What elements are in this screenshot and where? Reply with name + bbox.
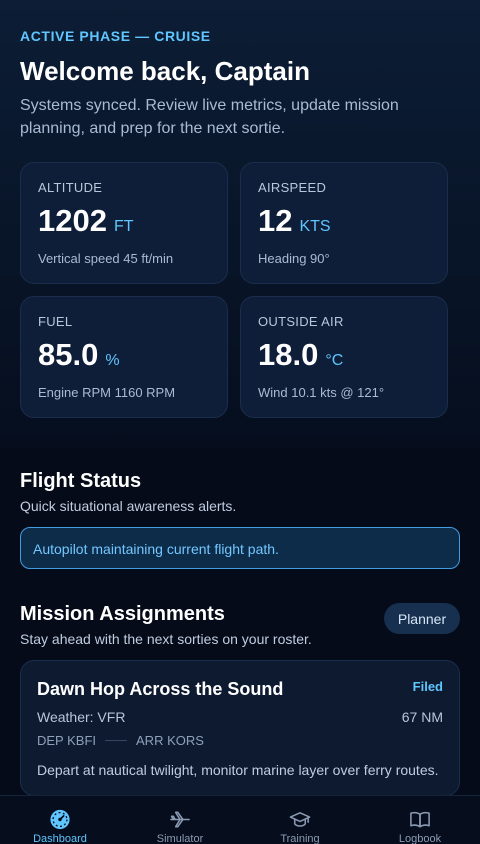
metric-value: 1202 [38,203,107,238]
tab-simulator[interactable]: Simulator [120,796,240,844]
tab-label: Simulator [156,833,204,844]
arrival-airport: ARR KORS [136,733,204,748]
departure-airport: DEP KBFI [37,733,97,748]
metric-value: 12 [258,203,293,238]
autopilot-alert: Autopilot maintaining current flight pat… [20,527,460,569]
metric-value: 18.0 [258,337,319,372]
metric-card-airspeed: AIRSPEED 12 KTS Heading 90° [240,162,448,284]
intro-text: Systems synced. Review live metrics, upd… [20,97,399,137]
mission-title: Dawn Hop Across the Sound [37,679,284,699]
flight-status-title: Flight Status [20,470,142,492]
route-line [105,740,128,741]
tab-dashboard[interactable]: Dashboard [0,796,120,844]
page-title: Welcome back, Captain [20,56,310,86]
metric-card-fuel: FUEL 85.0 % Engine RPM 1160 RPM [20,296,228,418]
metric-unit: °C [325,352,344,369]
mission-status-badge: Filed [412,679,443,694]
metric-subtext: Engine RPM 1160 RPM [38,385,176,400]
phase-label: ACTIVE PHASE — CRUISE [20,28,211,44]
graduation-cap-icon [289,812,311,827]
mission-route: DEP KBFI ARR KORS [37,733,204,748]
tab-label: Training [280,833,320,844]
mission-weather: Weather: VFR [37,709,126,725]
metric-label: OUTSIDE AIR [258,314,344,329]
planner-button[interactable]: Planner [384,603,460,634]
metric-subtext: Wind 10.1 kts @ 121° [258,385,385,400]
metric-value: 85.0 [38,337,99,372]
metric-card-altitude: ALTITUDE 1202 FT Vertical speed 45 ft/mi… [20,162,228,284]
book-icon [410,811,430,828]
metric-label: AIRSPEED [258,180,327,195]
missions-subtitle: Stay ahead with the next sorties on your… [20,631,312,647]
tab-label: Logbook [398,833,442,844]
gauge-icon [50,809,70,830]
metric-unit: % [105,352,120,369]
bottom-tab-bar: Dashboard Simulator Training Logbook [0,795,480,844]
mission-distance: 67 NM [401,709,443,725]
tab-label: Dashboard [33,833,87,844]
airplane-icon [170,811,190,828]
hero-section: ACTIVE PHASE — CRUISE Welcome back, Capt… [0,0,480,448]
mission-description: Depart at nautical twilight, monitor mar… [37,762,439,778]
metric-unit: KTS [299,218,331,235]
tab-logbook[interactable]: Logbook [360,796,480,844]
mission-card[interactable]: Dawn Hop Across the Sound Filed Weather:… [20,660,460,796]
tab-training[interactable]: Training [240,796,360,844]
missions-title: Mission Assignments [20,603,225,625]
metric-subtext: Heading 90° [258,251,330,266]
metric-label: FUEL [38,314,73,329]
metric-subtext: Vertical speed 45 ft/min [38,251,174,266]
metric-label: ALTITUDE [38,180,103,195]
flight-status-subtitle: Quick situational awareness alerts. [20,498,237,514]
metric-card-outside-air: OUTSIDE AIR 18.0 °C Wind 10.1 kts @ 121° [240,296,448,418]
metric-unit: FT [113,218,134,235]
